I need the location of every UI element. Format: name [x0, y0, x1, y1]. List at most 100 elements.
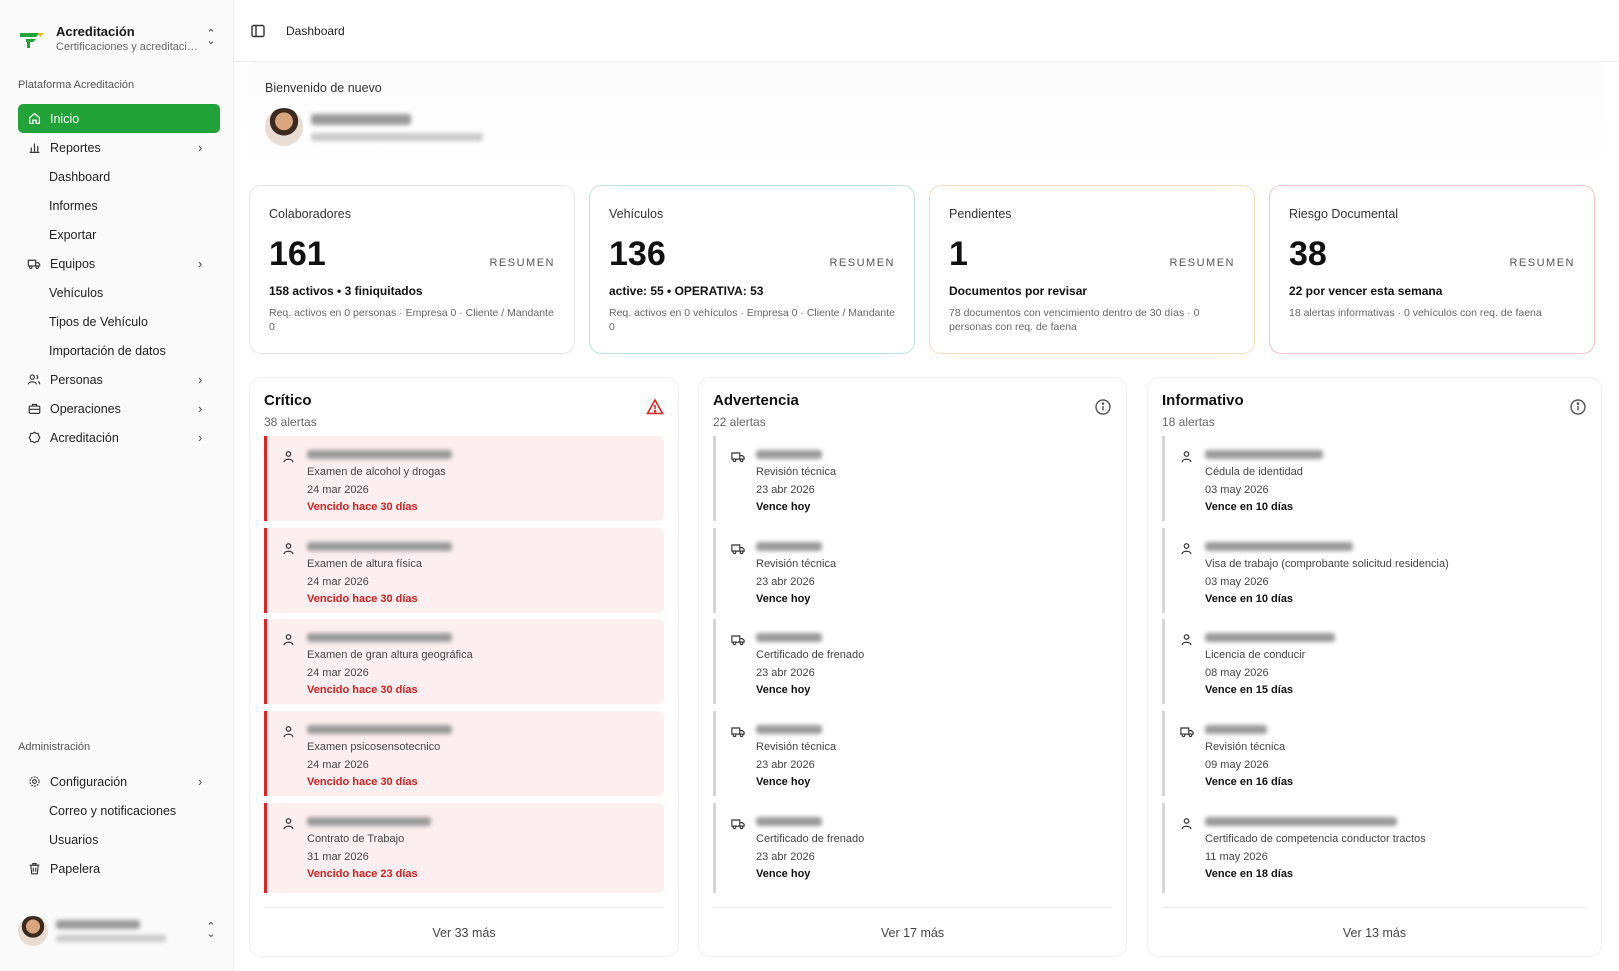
alert-status: Vence en 15 días — [1205, 684, 1294, 696]
alert-item[interactable]: Examen de alcohol y drogas 24 mar 2026 V… — [264, 436, 664, 521]
stat-title: Colaboradores — [269, 207, 351, 221]
alert-document: Examen de gran altura geográfica — [307, 649, 473, 661]
sidebar-item-equipos[interactable]: Equipos › — [18, 249, 220, 278]
stat-title: Vehículos — [609, 207, 664, 221]
brand-subtitle: Certificaciones y acreditaciones — [56, 40, 198, 53]
sidebar-item-personas[interactable]: Personas › — [18, 365, 220, 394]
alert-date: 11 may 2026 — [1205, 851, 1268, 863]
info-circle-icon — [1094, 398, 1112, 416]
alert-date: 09 may 2026 — [1205, 759, 1269, 771]
chevrons-updown-icon: ⌃ ⌄ — [206, 921, 216, 940]
sidebar-item-label: Inicio — [50, 111, 80, 126]
stat-summary: 22 por vencer esta semana — [1289, 284, 1443, 298]
trash-icon — [26, 861, 42, 877]
stat-card[interactable]: Pendientes 1 RESUMEN Documentos por revi… — [929, 185, 1255, 354]
alert-item[interactable]: Examen psicosensotecnico 24 mar 2026 Ven… — [264, 711, 664, 796]
stat-tag: RESUMEN — [489, 257, 555, 269]
alert-document: Examen de altura física — [307, 558, 422, 570]
sidebar-subitem-tipos-vehiculo[interactable]: Tipos de Vehículo — [18, 307, 220, 336]
gear-icon — [26, 774, 42, 790]
divider — [264, 907, 664, 908]
alert-item[interactable]: Revisión técnica 23 abr 2026 Vence hoy — [713, 711, 1112, 796]
stat-card[interactable]: Vehículos 136 RESUMEN active: 55 • OPERA… — [589, 185, 915, 354]
alert-item[interactable]: Cédula de identidad 03 may 2026 Vence en… — [1162, 436, 1587, 521]
alert-document: Revisión técnica — [756, 558, 837, 570]
sidebar-subitem-usuarios[interactable]: Usuarios — [18, 825, 220, 854]
sidebar-item-reportes[interactable]: Reportes › — [18, 133, 220, 162]
alert-item[interactable]: Examen de altura física 24 mar 2026 Venc… — [264, 528, 664, 613]
alert-name-redacted — [756, 542, 822, 551]
warning-triangle-icon — [646, 398, 664, 416]
sidebar-item-label: Operaciones — [50, 401, 121, 416]
sidebar-item-configuracion[interactable]: Configuración › — [18, 767, 220, 796]
see-more-link[interactable]: Ver 13 más — [1148, 926, 1601, 940]
sidebar-item-papelera[interactable]: Papelera — [18, 854, 220, 883]
alert-item[interactable]: Licencia de conducir 08 may 2026 Vence e… — [1162, 619, 1587, 704]
alert-item[interactable]: Visa de trabajo (comprobante solicitud r… — [1162, 528, 1587, 613]
truck-icon — [731, 450, 745, 463]
user-menu[interactable]: ⌃ ⌄ — [18, 913, 218, 949]
alert-name-redacted — [756, 633, 822, 642]
main-nav: Inicio Reportes › Dashboard Informes Exp… — [18, 104, 220, 452]
truck-icon — [731, 633, 745, 646]
alert-status: Vencido hace 23 días — [307, 868, 418, 880]
alert-document: Certificado de frenado — [756, 833, 865, 845]
alert-date: 23 abr 2026 — [756, 576, 815, 588]
alert-item[interactable]: Revisión técnica 09 may 2026 Vence en 16… — [1162, 711, 1587, 796]
see-more-link[interactable]: Ver 33 más — [250, 926, 678, 940]
stat-tag: RESUMEN — [1509, 257, 1575, 269]
sidebar-item-acreditacion[interactable]: Acreditación › — [18, 423, 220, 452]
alert-name-redacted — [756, 817, 822, 826]
alert-name-redacted — [1205, 633, 1335, 642]
alert-status: Vence hoy — [756, 684, 811, 696]
alert-item[interactable]: Certificado de frenado 23 abr 2026 Vence… — [713, 619, 1112, 704]
sidebar-subitem-dashboard[interactable]: Dashboard — [18, 162, 220, 191]
alert-column-advertencia: Advertencia 22 alertas Revisión técnica … — [698, 377, 1127, 957]
alert-item[interactable]: Contrato de Trabajo 31 mar 2026 Vencido … — [264, 803, 664, 893]
sidebar-item-inicio[interactable]: Inicio — [18, 104, 220, 133]
alert-name-redacted — [1205, 817, 1397, 826]
home-icon — [26, 111, 42, 127]
truck-icon — [1180, 725, 1194, 738]
alert-item[interactable]: Revisión técnica 23 abr 2026 Vence hoy — [713, 436, 1112, 521]
user-icon — [282, 542, 295, 555]
brand-switcher[interactable]: Acreditación Certificaciones y acreditac… — [18, 18, 218, 58]
breadcrumb[interactable]: Dashboard — [286, 24, 345, 38]
alert-item[interactable]: Certificado de frenado 23 abr 2026 Vence… — [713, 803, 1112, 893]
alert-item[interactable]: Revisión técnica 23 abr 2026 Vence hoy — [713, 528, 1112, 613]
sidebar-toggle-icon[interactable] — [250, 23, 266, 39]
topbar: Dashboard — [234, 0, 1619, 62]
sidebar-subitem-informes[interactable]: Informes — [18, 191, 220, 220]
stat-card[interactable]: Riesgo Documental 38 RESUMEN 22 por venc… — [1269, 185, 1595, 354]
stat-detail: Req. activos en 0 personas · Empresa 0 ·… — [269, 307, 554, 333]
stat-value: 1 — [949, 235, 968, 273]
sidebar-item-label: Acreditación — [50, 430, 119, 445]
column-title: Informativo — [1162, 392, 1244, 409]
alert-item[interactable]: Examen de gran altura geográfica 24 mar … — [264, 619, 664, 704]
user-email-redacted — [56, 935, 166, 942]
alert-status: Vencido hace 30 días — [307, 684, 418, 696]
sidebar-subitem-vehiculos[interactable]: Vehículos — [18, 278, 220, 307]
alert-status: Vence hoy — [756, 868, 811, 880]
see-more-link[interactable]: Ver 17 más — [699, 926, 1126, 940]
section-label-platform: Plataforma Acreditación — [18, 79, 135, 91]
sidebar-item-operaciones[interactable]: Operaciones › — [18, 394, 220, 423]
welcome-name-redacted — [311, 113, 411, 125]
stat-value: 161 — [269, 235, 326, 273]
alert-name-redacted — [756, 725, 822, 734]
alert-status: Vence en 16 días — [1205, 776, 1294, 788]
chevron-right-icon: › — [198, 774, 203, 789]
truck-icon — [26, 256, 42, 272]
truck-icon — [731, 542, 745, 555]
briefcase-icon — [26, 401, 42, 417]
sidebar-subitem-exportar[interactable]: Exportar — [18, 220, 220, 249]
divider — [713, 907, 1112, 908]
alert-document: Certificado de frenado — [756, 649, 865, 661]
section-label-admin: Administración — [18, 741, 91, 753]
alert-item[interactable]: Certificado de competencia conductor tra… — [1162, 803, 1587, 893]
sidebar-subitem-correo[interactable]: Correo y notificaciones — [18, 796, 220, 825]
stat-card[interactable]: Colaboradores 161 RESUMEN 158 activos • … — [249, 185, 575, 354]
avatar — [18, 916, 48, 946]
alert-name-redacted — [756, 450, 822, 459]
sidebar-subitem-importacion[interactable]: Importación de datos — [18, 336, 220, 365]
